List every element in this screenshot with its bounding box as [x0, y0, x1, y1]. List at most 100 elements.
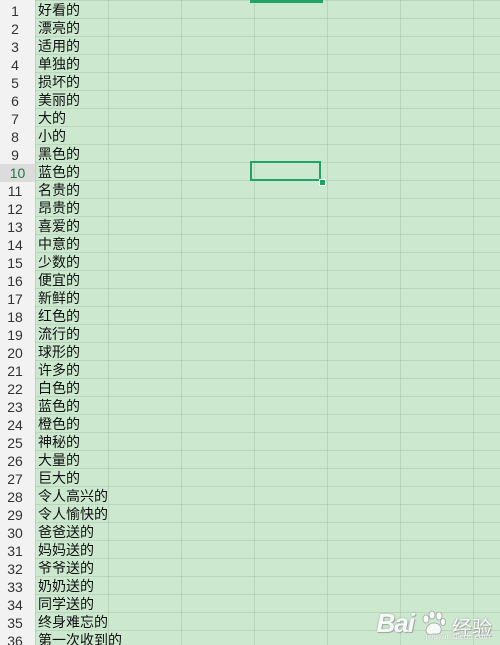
row-number[interactable]: 18	[0, 308, 30, 326]
table-row: 13 喜爱的	[0, 218, 500, 236]
row-number[interactable]: 26	[0, 452, 30, 470]
table-row: 1 好看的	[0, 2, 500, 20]
cell-a[interactable]: 橙色的	[38, 416, 80, 434]
row-number[interactable]: 32	[0, 560, 30, 578]
row-number[interactable]: 12	[0, 200, 30, 218]
row-number[interactable]: 20	[0, 344, 30, 362]
row-number[interactable]: 7	[0, 110, 30, 128]
table-row: 30 爸爸送的	[0, 524, 500, 542]
row-number[interactable]: 3	[0, 38, 30, 56]
table-row: 29 令人愉快的	[0, 506, 500, 524]
watermark-url: jingyan.baidu.com	[425, 632, 490, 641]
cell-a[interactable]: 中意的	[38, 236, 80, 254]
row-number[interactable]: 8	[0, 128, 30, 146]
cell-a[interactable]: 终身难忘的	[38, 614, 108, 632]
table-row: 32 爷爷送的	[0, 560, 500, 578]
row-number[interactable]: 21	[0, 362, 30, 380]
table-row: 5 损坏的	[0, 74, 500, 92]
row-number[interactable]: 28	[0, 488, 30, 506]
table-row: 12 昂贵的	[0, 200, 500, 218]
table-row: 8 小的	[0, 128, 500, 146]
cell-a[interactable]: 漂亮的	[38, 20, 80, 38]
table-row: 23 蓝色的	[0, 398, 500, 416]
row-number[interactable]: 27	[0, 470, 30, 488]
row-number[interactable]: 9	[0, 146, 30, 164]
row-number[interactable]: 22	[0, 380, 30, 398]
cell-a[interactable]: 单独的	[38, 56, 80, 74]
spreadsheet: 1 好看的 2 漂亮的 3 适用的 4 单独的 5 损坏的 6 美丽的 7 大的 8 小的 9 黑色的 10 蓝色的 1…	[0, 0, 500, 645]
row-number[interactable]: 5	[0, 74, 30, 92]
cell-a[interactable]: 黑色的	[38, 146, 80, 164]
row-number[interactable]: 1	[0, 2, 30, 20]
row-number[interactable]: 35	[0, 614, 30, 632]
cell-a[interactable]: 好看的	[38, 2, 80, 20]
cell-a[interactable]: 喜爱的	[38, 218, 80, 236]
cell-a[interactable]: 令人愉快的	[38, 506, 108, 524]
table-row: 15 少数的	[0, 254, 500, 272]
row-number[interactable]: 10	[0, 164, 35, 182]
table-row: 25 神秘的	[0, 434, 500, 452]
table-row: 22 白色的	[0, 380, 500, 398]
cell-a[interactable]: 许多的	[38, 362, 80, 380]
table-row: 14 中意的	[0, 236, 500, 254]
table-row: 28 令人高兴的	[0, 488, 500, 506]
table-row: 6 美丽的	[0, 92, 500, 110]
cell-a[interactable]: 蓝色的	[38, 164, 80, 182]
cell-a[interactable]: 球形的	[38, 344, 80, 362]
cell-a[interactable]: 第一次收到的	[38, 632, 122, 645]
row-number[interactable]: 17	[0, 290, 30, 308]
cell-a[interactable]: 神秘的	[38, 434, 80, 452]
cell-a[interactable]: 适用的	[38, 38, 80, 56]
row-number[interactable]: 24	[0, 416, 30, 434]
watermark-brand: Bai	[376, 608, 415, 638]
row-number[interactable]: 23	[0, 398, 30, 416]
cell-a[interactable]: 同学送的	[38, 596, 94, 614]
selected-cell[interactable]	[250, 161, 321, 181]
cell-a[interactable]: 妈妈送的	[38, 542, 94, 560]
cell-a[interactable]: 红色的	[38, 308, 80, 326]
row-number[interactable]: 31	[0, 542, 30, 560]
row-number[interactable]: 16	[0, 272, 30, 290]
table-row: 19 流行的	[0, 326, 500, 344]
table-row: 17 新鲜的	[0, 290, 500, 308]
table-row: 16 便宜的	[0, 272, 500, 290]
cell-a[interactable]: 令人高兴的	[38, 488, 108, 506]
row-number[interactable]: 6	[0, 92, 30, 110]
row-number[interactable]: 15	[0, 254, 30, 272]
cell-a[interactable]: 爸爸送的	[38, 524, 94, 542]
cell-a[interactable]: 奶奶送的	[38, 578, 94, 596]
row-number[interactable]: 11	[0, 182, 30, 200]
row-number[interactable]: 13	[0, 218, 30, 236]
row-number[interactable]: 30	[0, 524, 30, 542]
table-row: 4 单独的	[0, 56, 500, 74]
cell-a[interactable]: 便宜的	[38, 272, 80, 290]
cell-a[interactable]: 白色的	[38, 380, 80, 398]
row-number[interactable]: 34	[0, 596, 30, 614]
cell-a[interactable]: 美丽的	[38, 92, 80, 110]
row-number[interactable]: 29	[0, 506, 30, 524]
cell-a[interactable]: 蓝色的	[38, 398, 80, 416]
table-row: 21 许多的	[0, 362, 500, 380]
row-number[interactable]: 14	[0, 236, 30, 254]
cell-a[interactable]: 流行的	[38, 326, 80, 344]
cell-a[interactable]: 小的	[38, 128, 66, 146]
fill-handle[interactable]	[319, 179, 326, 186]
cell-a[interactable]: 爷爷送的	[38, 560, 94, 578]
row-number[interactable]: 33	[0, 578, 30, 596]
table-row: 33 奶奶送的	[0, 578, 500, 596]
row-number[interactable]: 4	[0, 56, 30, 74]
row-number[interactable]: 2	[0, 20, 30, 38]
cell-a[interactable]: 巨大的	[38, 470, 80, 488]
row-number[interactable]: 19	[0, 326, 30, 344]
cell-a[interactable]: 大的	[38, 110, 66, 128]
row-number[interactable]: 36	[0, 632, 30, 645]
watermark: Bai 经验 jingyan.baidu.com	[376, 608, 492, 641]
cell-a[interactable]: 损坏的	[38, 74, 80, 92]
table-row: 3 适用的	[0, 38, 500, 56]
cell-a[interactable]: 名贵的	[38, 182, 80, 200]
cell-a[interactable]: 少数的	[38, 254, 80, 272]
cell-a[interactable]: 新鲜的	[38, 290, 80, 308]
cell-a[interactable]: 昂贵的	[38, 200, 80, 218]
cell-a[interactable]: 大量的	[38, 452, 80, 470]
row-number[interactable]: 25	[0, 434, 30, 452]
